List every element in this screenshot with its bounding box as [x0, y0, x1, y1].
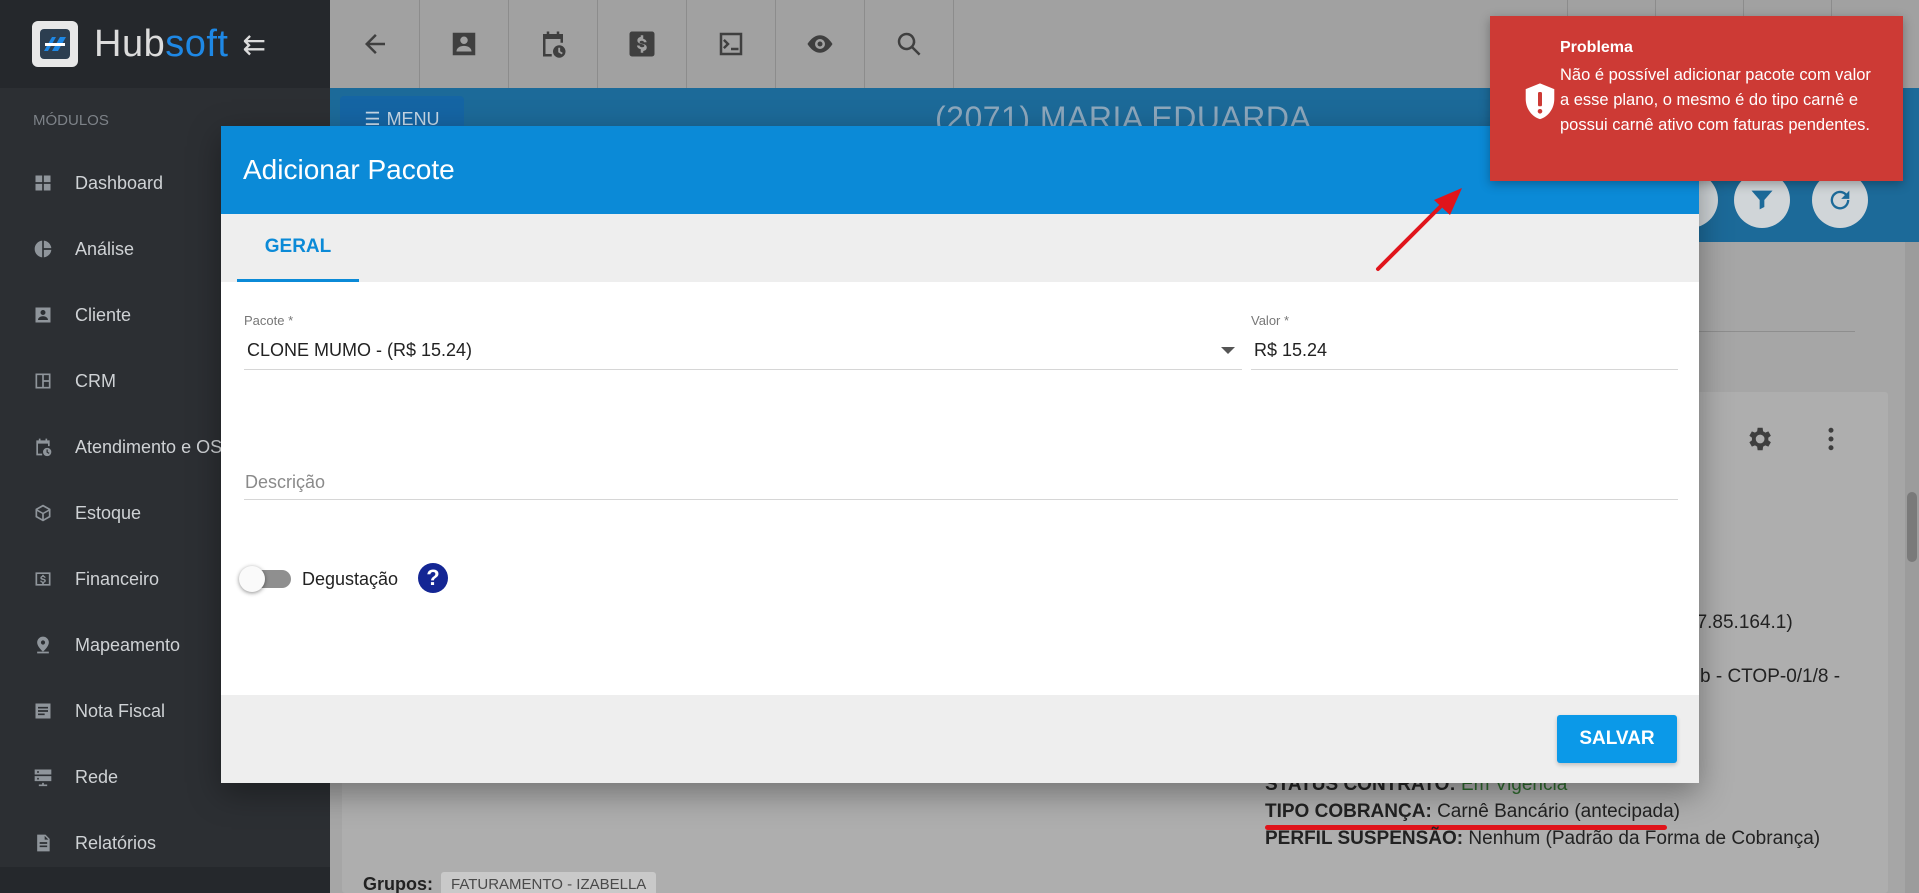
save-button[interactable]: SALVAR — [1557, 715, 1677, 763]
arrow-left-icon — [364, 34, 385, 54]
sidebar-item-label: Análise — [75, 238, 135, 259]
filter-icon — [1751, 190, 1773, 210]
box-icon — [33, 503, 53, 523]
package-field-underline — [244, 369, 1242, 370]
gear-icon — [1749, 427, 1771, 451]
map-pin-icon — [33, 635, 53, 655]
package-select[interactable]: CLONE MUMO - (R$ 15.24) — [247, 340, 472, 361]
toast-message: Não é possível adicionar pacote com valo… — [1560, 66, 1871, 134]
invoice-icon — [33, 701, 53, 721]
sidebar-footer — [0, 867, 330, 893]
pie-chart-icon — [33, 239, 53, 259]
error-toast[interactable]: Problema Não é possível adicionar pacote… — [1490, 16, 1903, 181]
dashboard-icon — [33, 173, 53, 193]
tab-geral[interactable]: GERAL — [237, 214, 359, 282]
dialog-footer: SALVAR — [221, 695, 1699, 783]
logo-bar: Hubsoft ⇇ — [0, 0, 330, 88]
chevron-down-icon[interactable] — [1221, 347, 1235, 354]
server-icon — [33, 767, 53, 787]
add-package-dialog: Adicionar Pacote GERAL Pacote * CLONE MU… — [221, 126, 1699, 783]
calendar-clock-icon — [543, 31, 566, 58]
back-button[interactable] — [330, 0, 420, 88]
sidebar-item-label: Cliente — [75, 304, 132, 325]
logo-text: Hubsoft — [94, 22, 229, 65]
board-icon — [33, 371, 53, 391]
money-icon — [33, 569, 53, 589]
scrollbar-thumb[interactable] — [1907, 492, 1917, 562]
value-field-label: Valor * — [1251, 313, 1290, 328]
billing-type-row: TIPO COBRANÇA: Carnê Bancário (antecipad… — [1265, 801, 1680, 822]
report-icon — [33, 833, 53, 853]
card-settings-button[interactable] — [1744, 424, 1774, 454]
hubsoft-logo-icon — [32, 21, 78, 67]
sidebar-item-label: CRM — [75, 370, 116, 391]
annotation-arrow-icon — [1376, 188, 1462, 271]
contact-card-icon — [33, 305, 53, 325]
toast-title: Problema — [1560, 39, 1633, 56]
calendar-clock-icon — [33, 437, 53, 457]
location-text-partial: b - CTOP-0/1/8 - — [1700, 666, 1841, 687]
help-icon[interactable]: ? — [418, 563, 448, 593]
finance-button[interactable] — [598, 0, 687, 88]
search-icon — [897, 32, 921, 56]
group-chip[interactable]: FATURAMENTO - IZABELLA — [441, 872, 657, 893]
package-field-label: Pacote * — [244, 313, 294, 328]
groups-label: Grupos: — [363, 874, 433, 893]
dollar-icon — [629, 31, 655, 57]
search-button[interactable] — [865, 0, 954, 88]
terminal-button[interactable] — [687, 0, 776, 88]
sidebar-item-label: Mapeamento — [75, 634, 181, 655]
sidebar-item-label: Relatórios — [75, 832, 157, 853]
sidebar-item-label: Atendimento e OS — [75, 436, 223, 457]
dialog-tabs: GERAL — [221, 214, 1699, 282]
collapse-sidebar-icon[interactable]: ⇇ — [242, 28, 265, 61]
value-field-underline — [1251, 369, 1678, 370]
sidebar-item-label: Nota Fiscal — [75, 700, 166, 721]
eye-icon — [807, 35, 833, 53]
schedule-button[interactable] — [509, 0, 598, 88]
sidebar-item-label: Financeiro — [75, 568, 160, 589]
more-vertical-icon — [1828, 427, 1834, 451]
tasting-toggle-knob[interactable] — [239, 566, 265, 592]
dialog-title: Adicionar Pacote — [221, 126, 1699, 214]
view-button[interactable] — [776, 0, 865, 88]
refresh-icon — [1830, 190, 1850, 210]
tasting-label: Degustação — [302, 569, 399, 589]
description-field-underline — [244, 499, 1678, 500]
terminal-icon — [719, 32, 743, 56]
suspension-profile-row: PERFIL SUSPENSÃO: Nenhum (Padrão da Form… — [1265, 828, 1821, 849]
sidebar-item-label: Estoque — [75, 502, 142, 523]
sidebar-item-label: Dashboard — [75, 172, 164, 193]
sidebar-item-label: Rede — [75, 766, 119, 787]
client-button[interactable] — [420, 0, 509, 88]
page-scrollbar[interactable] — [1905, 242, 1919, 893]
ip-text-partial: 77.85.164.1) — [1686, 612, 1793, 633]
shield-alert-icon — [1525, 83, 1555, 120]
contact-card-icon — [452, 32, 476, 56]
description-input[interactable]: Descrição — [245, 472, 325, 493]
card-more-button[interactable] — [1816, 424, 1846, 454]
value-input[interactable]: R$ 15.24 — [1254, 340, 1327, 361]
